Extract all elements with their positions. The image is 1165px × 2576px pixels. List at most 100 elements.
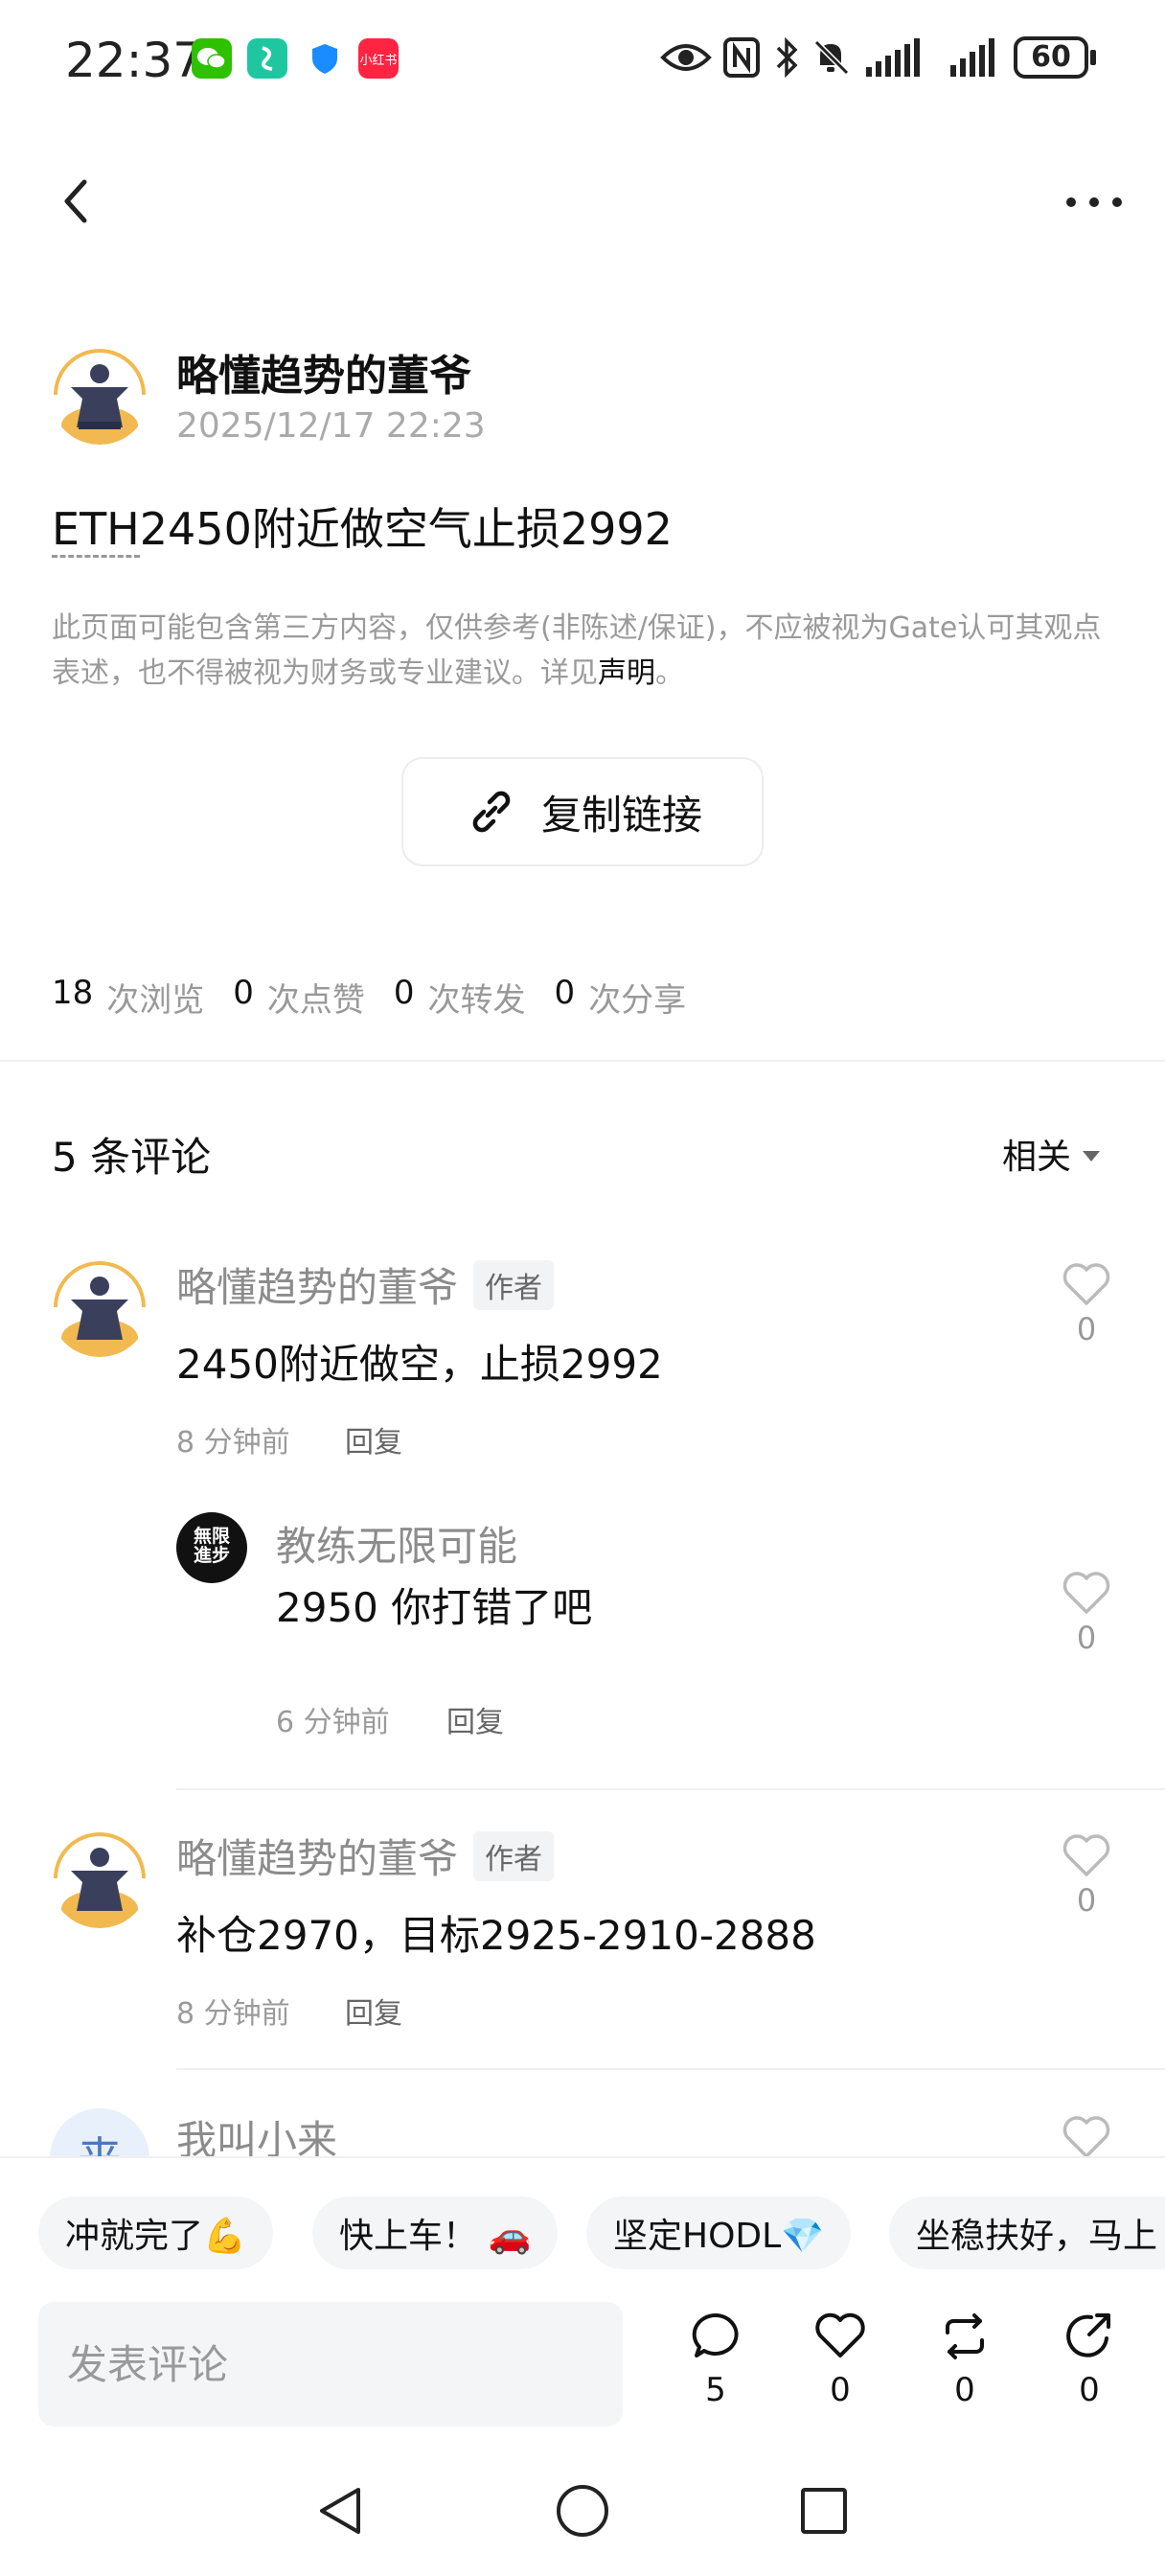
chevron-left-icon	[64, 179, 87, 223]
heart-icon	[1062, 1572, 1110, 1614]
quick-reply-chip[interactable]: 冲就完了💪	[38, 2196, 273, 2269]
author-avatar[interactable]	[50, 345, 149, 445]
reply-like-button[interactable]: 0	[1058, 1570, 1115, 1656]
triangle-back-icon	[320, 2488, 360, 2534]
copy-link-button[interactable]: 复制链接	[401, 757, 764, 866]
back-button[interactable]	[54, 172, 96, 230]
comment-divider	[176, 1788, 1165, 1790]
post-author-name[interactable]: 略懂趋势的董爷	[176, 341, 471, 402]
signal-2-icon	[948, 38, 1002, 82]
post-title: ETH2450附近做空气止损2992	[52, 494, 673, 558]
comment-bubble-icon	[692, 2312, 739, 2358]
heart-icon	[1062, 1834, 1110, 1876]
repost-action-button[interactable]: 0	[922, 2310, 1008, 2409]
copy-link-label: 复制链接	[540, 791, 702, 839]
reply-time: 6 分钟前	[276, 1706, 390, 1739]
svg-text:小红书: 小红书	[359, 53, 397, 68]
system-recents-button[interactable]	[795, 2482, 853, 2543]
comment-like-count: 0	[1076, 1311, 1097, 1347]
heart-icon	[1062, 2116, 1110, 2158]
post-stats: 18 次浏览 0 次点赞 0 次转发 0 次分享	[52, 974, 715, 1021]
author-tag: 作者	[473, 1830, 555, 1881]
like-action-button[interactable]: 0	[797, 2310, 883, 2409]
author-tag: 作者	[473, 1259, 555, 1310]
heart-icon	[815, 2312, 865, 2358]
share-action-button[interactable]: 0	[1046, 2310, 1132, 2409]
reply-like-count: 0	[1076, 1620, 1097, 1656]
wechat-icon	[192, 38, 232, 79]
quick-reply-chip[interactable]: 快上车！ 🚗	[312, 2196, 559, 2269]
status-time: 22:37	[65, 33, 204, 88]
nfc-icon	[722, 36, 761, 82]
disclaimer: 此页面可能包含第三方内容，仅供参考(非陈述/保证)，不应被视为Gate认可其观点…	[52, 606, 1115, 696]
more-dots-icon	[1066, 197, 1122, 207]
square-recents-icon	[801, 2488, 847, 2534]
likes-label: 次点赞	[266, 981, 365, 1020]
comment-author[interactable]: 略懂趋势的董爷	[176, 1827, 458, 1885]
comment-header: 略懂趋势的董爷 作者	[176, 1255, 555, 1314]
share-icon	[1066, 2313, 1110, 2358]
post-timestamp: 2025/12/17 22:23	[176, 406, 486, 446]
disclaimer-link[interactable]: 声明	[598, 656, 655, 690]
reply-avatar[interactable]: 無限進步	[176, 1512, 247, 1583]
comment-like-count: 0	[1076, 1882, 1097, 1919]
mute-bell-icon	[811, 36, 851, 82]
share-action-count: 0	[1079, 2371, 1100, 2409]
repost-action-count: 0	[954, 2371, 975, 2409]
more-options-button[interactable]	[1063, 188, 1125, 217]
quick-reply-chip[interactable]: 坚定HODL💎	[586, 2196, 852, 2269]
xiaohongshu-icon: 小红书	[358, 38, 399, 79]
reply-button[interactable]: 回复	[345, 1418, 402, 1460]
eye-icon	[659, 38, 713, 80]
comment-author[interactable]: 略懂趋势的董爷	[176, 1255, 458, 1314]
bottom-divider	[0, 2156, 1165, 2158]
comment-time: 8 分钟前	[176, 1997, 290, 2031]
battery-indicator: 60	[1014, 36, 1088, 79]
bluetooth-icon	[772, 36, 801, 82]
caret-down-icon	[1083, 1150, 1101, 1162]
green-app-icon	[247, 38, 287, 79]
section-divider	[0, 1060, 1165, 1062]
like-action-count: 0	[830, 2371, 851, 2409]
battery-tip	[1090, 50, 1096, 65]
comment-avatar[interactable]	[50, 1828, 149, 1928]
comment-avatar[interactable]	[50, 1257, 149, 1357]
sort-dropdown[interactable]: 相关	[1002, 1129, 1101, 1179]
comment-like-button[interactable]: 0	[1058, 1261, 1115, 1347]
circle-home-icon	[557, 2485, 608, 2537]
comment-header: 略懂趋势的董爷 作者	[176, 1827, 555, 1885]
post-title-text: 2450附近做空气止损2992	[139, 503, 673, 555]
reply-author[interactable]: 教练无限可能	[276, 1514, 517, 1573]
comment-input-box[interactable]	[38, 2302, 623, 2426]
reposts-count: 0	[393, 974, 415, 1012]
comment-input[interactable]	[38, 2302, 623, 2426]
reply-text: 2950 你打错了吧	[276, 1584, 593, 1631]
views-count: 18	[52, 974, 94, 1012]
shares-count: 0	[554, 974, 576, 1012]
heart-icon	[1062, 1263, 1110, 1305]
views-label: 次浏览	[106, 981, 205, 1020]
comments-count: 5 条评论	[52, 1134, 212, 1181]
quick-reply-chip[interactable]: 坐稳扶好，马上	[889, 2196, 1165, 2269]
comment-time: 8 分钟前	[176, 1426, 290, 1460]
reply-button[interactable]: 回复	[345, 1990, 402, 2032]
comment-divider	[176, 2068, 1165, 2070]
link-icon	[472, 791, 511, 833]
shares-label: 次分享	[588, 981, 687, 1020]
disclaimer-text: 此页面可能包含第三方内容，仅供参考(非陈述/保证)，不应被视为Gate认可其观点…	[52, 611, 1102, 690]
system-home-button[interactable]	[554, 2482, 611, 2543]
system-back-button[interactable]	[312, 2482, 370, 2543]
reply-avatar-text: 無限進步	[193, 1526, 230, 1566]
comment-like-button[interactable]: 0	[1058, 1832, 1115, 1919]
comment-action-button[interactable]: 5	[673, 2310, 759, 2409]
repost-icon	[946, 2313, 984, 2359]
disclaimer-end: 。	[655, 656, 684, 690]
likes-count: 0	[233, 974, 254, 1012]
sort-label: 相关	[1002, 1138, 1072, 1177]
shield-app-icon	[305, 38, 345, 79]
reply-reply-button[interactable]: 回复	[446, 1698, 504, 1740]
ticker-link[interactable]: ETH	[52, 503, 140, 558]
reposts-label: 次转发	[427, 981, 526, 1020]
comment-text: 2450附近做空，止损2992	[176, 1341, 663, 1388]
comment-action-count: 5	[705, 2371, 726, 2409]
